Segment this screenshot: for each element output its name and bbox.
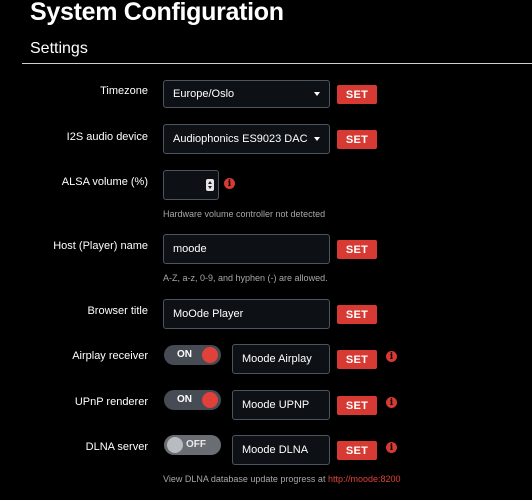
info-icon[interactable]: i — [386, 397, 397, 408]
dlna-help-prefix: View DLNA database update progress at — [163, 474, 328, 484]
airplay-set-button[interactable]: SET — [337, 350, 377, 369]
info-icon[interactable]: i — [386, 442, 397, 453]
airplay-name-input[interactable]: Moode Airplay — [232, 344, 330, 374]
i2s-label: I2S audio device — [66, 131, 148, 143]
upnp-label: UPnP renderer — [74, 396, 148, 408]
dlna-help-text: View DLNA database update progress at ht… — [163, 474, 401, 484]
airplay-toggle-text: ON — [177, 349, 192, 360]
airplay-name-value: Moode Airplay — [242, 353, 312, 365]
i2s-select[interactable]: Audiophonics ES9023 DAC — [163, 124, 330, 154]
alsa-label: ALSA volume (%) — [61, 176, 148, 188]
upnp-toggle[interactable]: ON — [164, 390, 221, 410]
dlna-set-button[interactable]: SET — [337, 441, 377, 460]
chevron-down-icon — [314, 92, 320, 96]
browser-title-set-button[interactable]: SET — [337, 305, 377, 324]
toggle-knob — [202, 347, 218, 363]
dlna-name-value: Moode DLNA — [242, 444, 309, 456]
alsa-help-text: Hardware volume controller not detected — [163, 209, 326, 219]
upnp-name-input[interactable]: Moode UPNP — [232, 390, 330, 420]
chevron-down-icon — [314, 137, 320, 141]
host-name-input[interactable]: moode — [163, 234, 330, 264]
browser-title-label: Browser title — [87, 305, 148, 317]
alsa-volume-input[interactable] — [163, 170, 219, 200]
i2s-set-button[interactable]: SET — [337, 130, 377, 149]
airplay-toggle[interactable]: ON — [164, 345, 221, 365]
host-value: moode — [173, 243, 207, 255]
airplay-label: Airplay receiver — [72, 350, 148, 362]
browser-title-input[interactable]: MoOde Player — [163, 299, 330, 329]
upnp-name-value: Moode UPNP — [242, 399, 310, 411]
browser-title-value: MoOde Player — [173, 308, 244, 320]
number-spinner-icon[interactable] — [206, 179, 214, 191]
toggle-knob — [167, 437, 183, 453]
timezone-label: Timezone — [100, 85, 148, 97]
host-label: Host (Player) name — [53, 240, 148, 252]
page-title: System Configuration — [30, 0, 284, 26]
timezone-value: Europe/Oslo — [173, 88, 235, 100]
upnp-set-button[interactable]: SET — [337, 396, 377, 415]
dlna-toggle-text: OFF — [186, 439, 206, 450]
info-icon[interactable]: i — [224, 178, 235, 189]
dlna-label: DLNA server — [85, 441, 148, 453]
dlna-toggle[interactable]: OFF — [164, 435, 221, 455]
host-help-text: A-Z, a-z, 0-9, and hyphen (-) are allowe… — [163, 273, 328, 283]
toggle-knob — [202, 392, 218, 408]
section-divider — [22, 63, 532, 64]
dlna-progress-link[interactable]: http://moode:8200 — [328, 474, 401, 484]
i2s-value: Audiophonics ES9023 DAC — [173, 133, 308, 145]
timezone-select[interactable]: Europe/Oslo — [163, 80, 330, 108]
upnp-toggle-text: ON — [177, 394, 192, 405]
section-title: Settings — [30, 40, 88, 57]
info-icon[interactable]: i — [386, 351, 397, 362]
timezone-set-button[interactable]: SET — [337, 85, 377, 104]
dlna-name-input[interactable]: Moode DLNA — [232, 435, 330, 465]
host-set-button[interactable]: SET — [337, 240, 377, 259]
